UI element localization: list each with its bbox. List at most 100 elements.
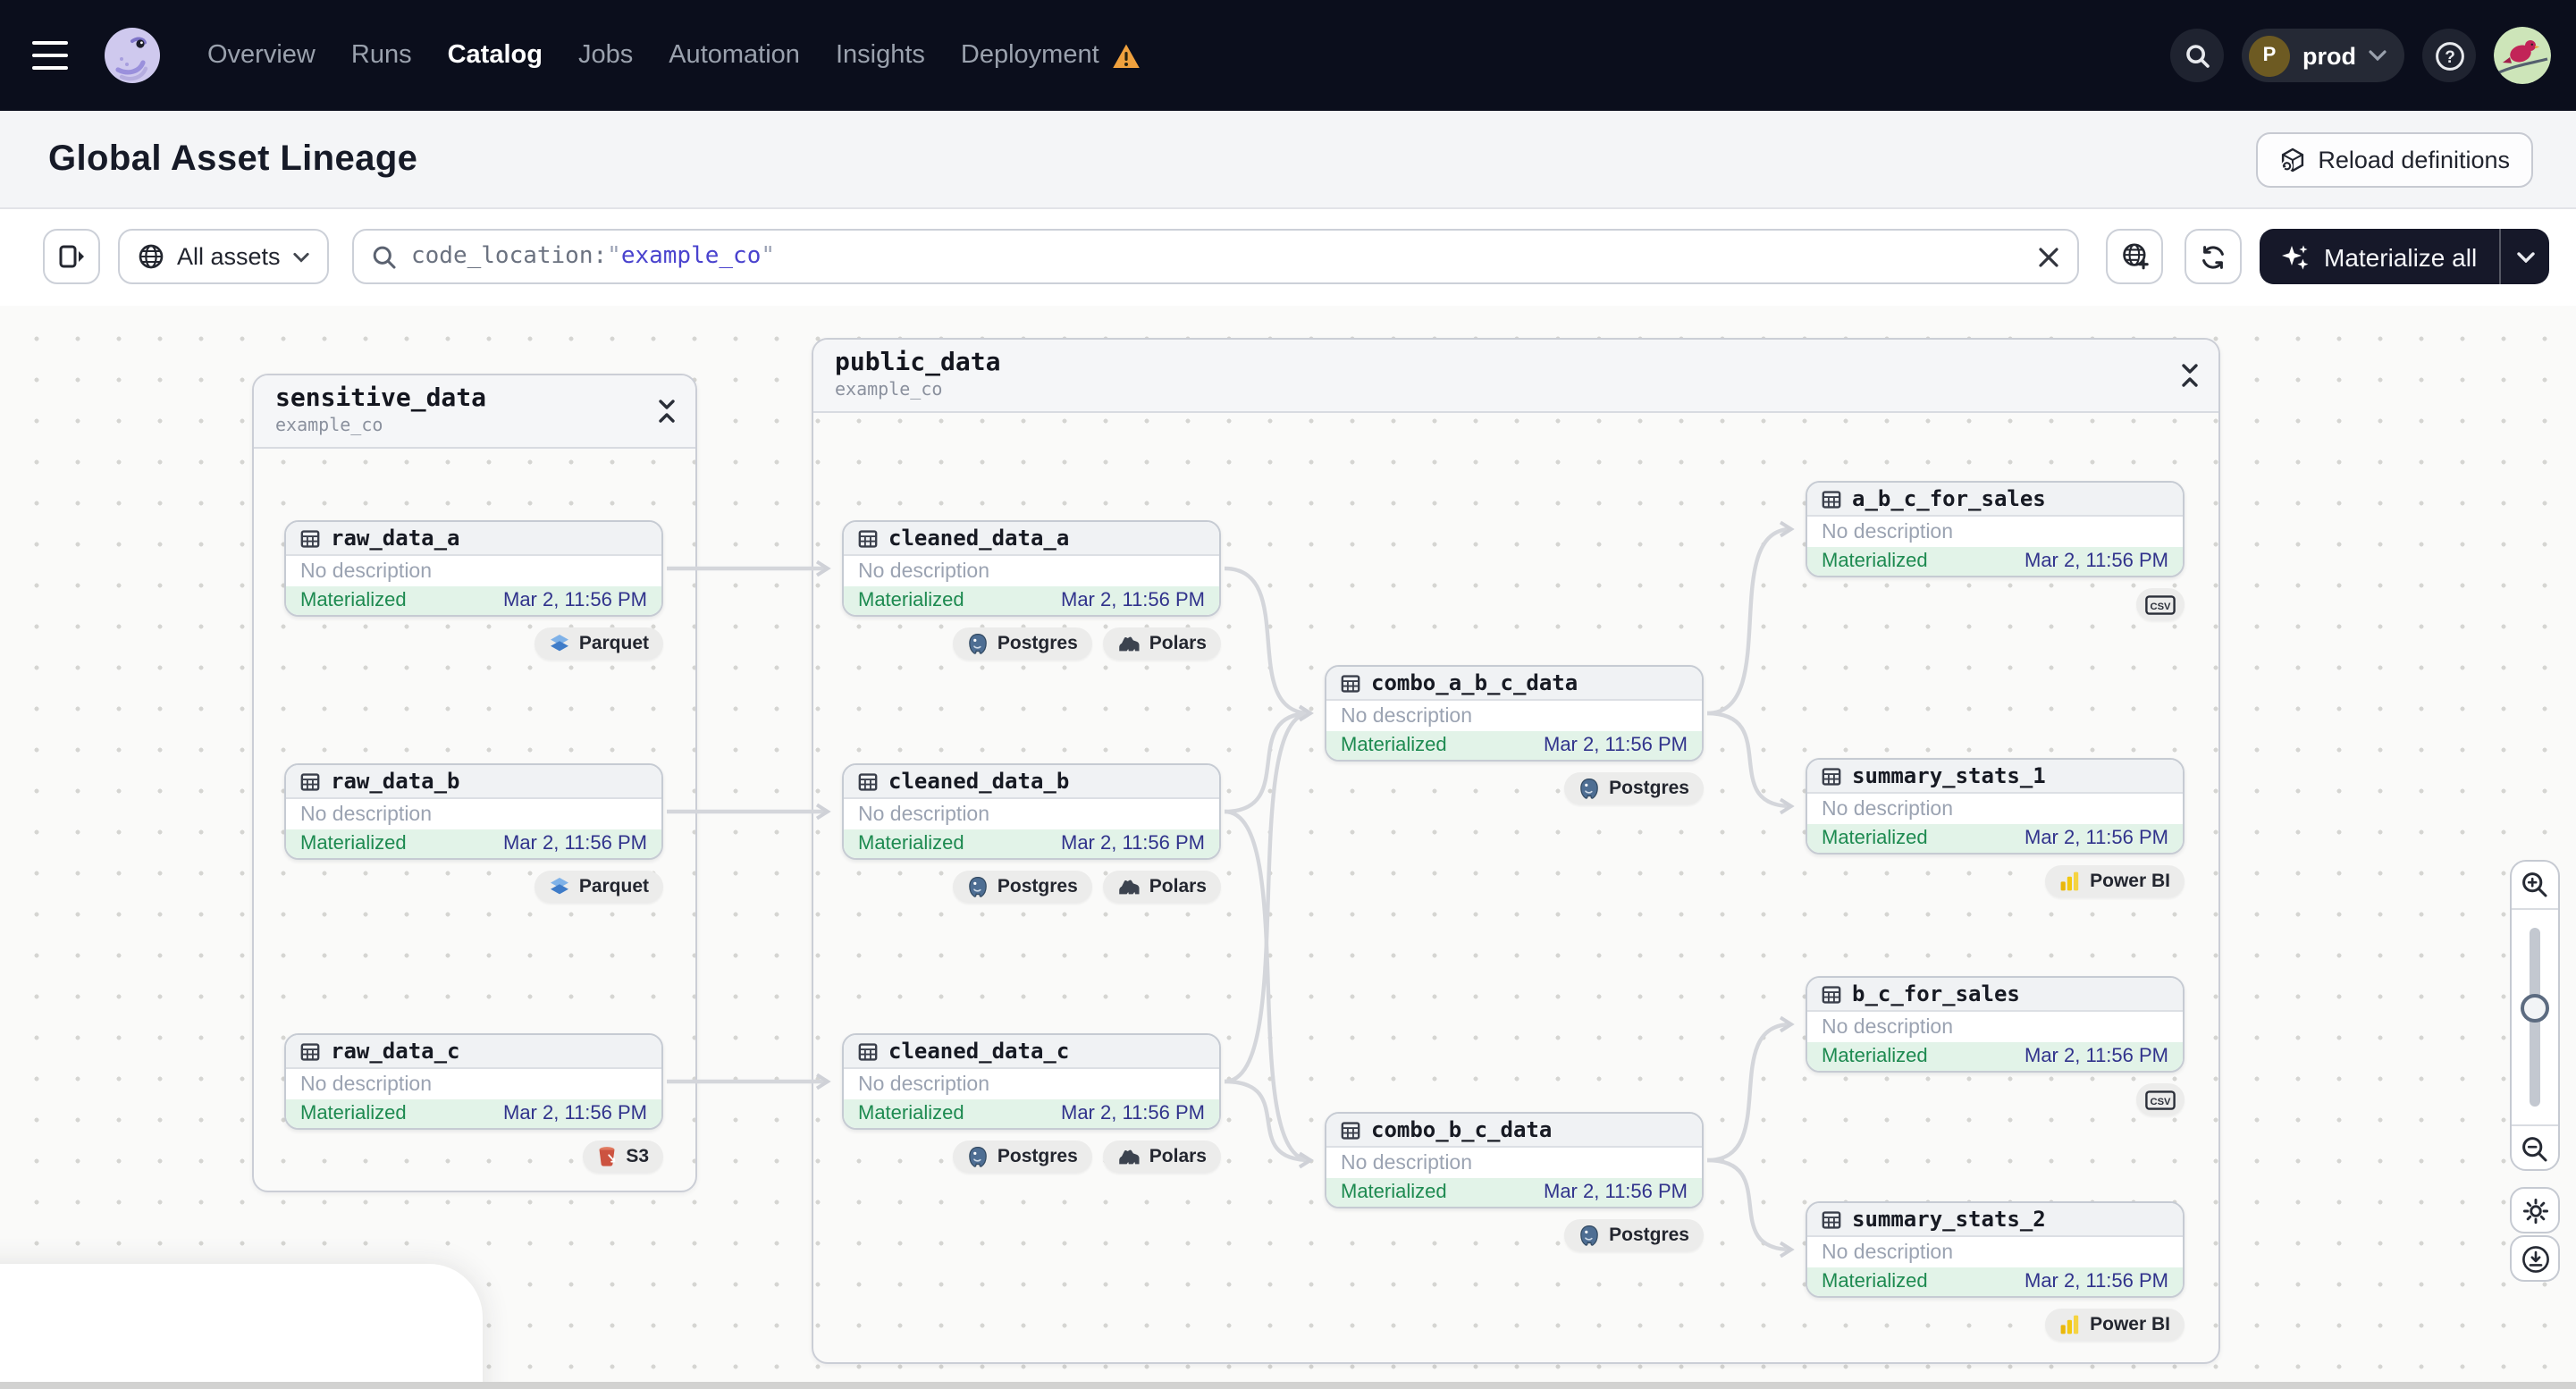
download-graph-button[interactable]	[2510, 1235, 2560, 1282]
table-icon	[858, 1042, 878, 1060]
asset-node-summary_stats_1[interactable]: summary_stats_1 No description Materialize…	[1806, 758, 2185, 854]
zoom-slider[interactable]	[2512, 908, 2558, 1124]
help-icon[interactable]: ?	[2422, 29, 2476, 82]
tag-label: Polars	[1149, 633, 1207, 654]
asset-node-header: combo_b_c_data	[1326, 1114, 1702, 1148]
search-icon[interactable]	[2170, 29, 2224, 82]
materialize-options-caret[interactable]	[2501, 251, 2549, 262]
collapse-group-button[interactable]	[2177, 361, 2202, 390]
nav-item-deployment[interactable]: Deployment	[961, 41, 1141, 70]
nav-item-insights[interactable]: Insights	[836, 41, 925, 70]
graph-settings-button[interactable]	[2510, 1187, 2560, 1233]
asset-name: summary_stats_1	[1852, 763, 2046, 788]
powerbi-icon	[2060, 1315, 2079, 1334]
tag-polars: Polars	[1102, 1141, 1221, 1173]
collapse-group-button[interactable]	[654, 397, 679, 425]
asset-tags-row: Postgres Polars	[842, 871, 1221, 903]
asset-node-combo_a_b_c_data[interactable]: combo_a_b_c_data No description Materializ…	[1325, 665, 1704, 762]
asset-status-row: Materialized Mar 2, 11:56 PM	[1326, 731, 1702, 760]
environment-switcher[interactable]: P prod	[2242, 29, 2404, 82]
nav-item-label: Overview	[207, 41, 316, 70]
tag-parquet: Parquet	[534, 871, 663, 903]
tag-label: Postgres	[1609, 778, 1689, 799]
tag-csv: CSV	[2136, 588, 2185, 620]
globe-add-button[interactable]	[2106, 229, 2163, 284]
materialized-timestamp: Mar 2, 11:56 PM	[503, 590, 647, 611]
asset-name: combo_a_b_c_data	[1371, 670, 1578, 695]
tag-parquet: Parquet	[534, 627, 663, 660]
asset-search-input[interactable]: code_location:"example_co"	[352, 229, 2079, 284]
materialized-timestamp: Mar 2, 11:56 PM	[1061, 590, 1205, 611]
s3-bucket-icon	[599, 1147, 616, 1166]
dagster-logo-icon[interactable]	[97, 20, 168, 91]
asset-node-header: cleaned_data_c	[844, 1035, 1219, 1069]
asset-node-raw_data_b[interactable]: raw_data_b No description Materialized Mar …	[284, 763, 663, 860]
lineage-canvas[interactable]: sensitive_data example_co public_data examp…	[0, 306, 2576, 1389]
clear-search-icon[interactable]	[2038, 246, 2059, 267]
materialized-timestamp: Mar 2, 11:56 PM	[2025, 551, 2168, 572]
asset-node-combo_b_c_data[interactable]: combo_b_c_data No description Materialized…	[1325, 1112, 1704, 1208]
nav-right-cluster: P prod ?	[2170, 27, 2551, 84]
asset-node-b_c_for_sales[interactable]: b_c_for_sales No description Materialized M…	[1806, 976, 2185, 1073]
tag-label: Polars	[1149, 876, 1207, 897]
asset-tags-row: Postgres	[1325, 1219, 1704, 1251]
nav-item-overview[interactable]: Overview	[207, 41, 316, 70]
asset-node-cleaned_data_c[interactable]: cleaned_data_c No description Materialized…	[842, 1033, 1221, 1130]
tag-label: Postgres	[997, 1146, 1078, 1167]
table-icon	[1341, 674, 1360, 692]
nav-item-runs[interactable]: Runs	[351, 41, 412, 70]
reload-definitions-button[interactable]: Reload definitions	[2255, 132, 2533, 188]
asset-node-cleaned_data_a[interactable]: cleaned_data_a No description Materialized…	[842, 520, 1221, 617]
asset-status-row: Materialized Mar 2, 11:56 PM	[844, 829, 1219, 858]
polars-icon	[1119, 1149, 1140, 1164]
group-header[interactable]: public_data example_co	[813, 340, 2218, 413]
asset-filter-button[interactable]: All assets	[118, 229, 329, 284]
panel-toggle-icon	[58, 245, 83, 268]
asset-node-a_b_c_for_sales[interactable]: a_b_c_for_sales No description Materialize…	[1806, 481, 2185, 577]
asset-node-header: raw_data_c	[286, 1035, 661, 1069]
asset-description: No description	[286, 799, 661, 829]
group-header[interactable]: sensitive_data example_co	[254, 375, 695, 449]
zoom-in-button[interactable]	[2512, 862, 2558, 908]
table-icon	[1822, 1210, 1841, 1228]
tag-postgres: Postgres	[1564, 772, 1704, 804]
collapse-group-icon	[2182, 364, 2198, 387]
asset-status-row: Materialized Mar 2, 11:56 PM	[1807, 824, 2183, 853]
asset-description: No description	[286, 1069, 661, 1099]
asset-description: No description	[1326, 701, 1702, 731]
caret-down-icon	[2516, 251, 2534, 262]
refresh-button[interactable]	[2185, 229, 2242, 284]
panel-toggle-button[interactable]	[43, 229, 100, 284]
search-query: code_location:"example_co"	[411, 243, 776, 270]
nav-item-jobs[interactable]: Jobs	[578, 41, 633, 70]
asset-node-raw_data_a[interactable]: raw_data_a No description Materialized Mar …	[284, 520, 663, 617]
zoom-slider-thumb[interactable]	[2521, 994, 2549, 1023]
asset-node-raw_data_c[interactable]: raw_data_c No description Materialized Mar …	[284, 1033, 663, 1130]
asset-node-header: cleaned_data_b	[844, 765, 1219, 799]
group-name: public_data	[835, 349, 1001, 377]
tag-label: Postgres	[997, 876, 1078, 897]
asset-name: raw_data_a	[331, 526, 460, 551]
svg-text:?: ?	[2444, 47, 2454, 66]
asset-name: summary_stats_2	[1852, 1207, 2046, 1232]
tag-label: Parquet	[578, 876, 649, 897]
asset-node-cleaned_data_b[interactable]: cleaned_data_b No description Materialized…	[842, 763, 1221, 860]
zoom-out-button[interactable]	[2512, 1124, 2558, 1173]
materialize-all-button[interactable]: Materialize all	[2260, 242, 2499, 271]
nav-item-label: Jobs	[577, 41, 634, 70]
tag-postgres: Postgres	[952, 1141, 1092, 1173]
user-avatar[interactable]	[2494, 27, 2551, 84]
asset-node-header: raw_data_b	[286, 765, 661, 799]
polars-icon	[1119, 879, 1140, 894]
nav-item-catalog[interactable]: Catalog	[448, 41, 543, 70]
nav-item-automation[interactable]: Automation	[669, 41, 800, 70]
asset-status-row: Materialized Mar 2, 11:56 PM	[1326, 1178, 1702, 1207]
tag-label: Postgres	[1609, 1225, 1689, 1246]
asset-filter-label: All assets	[177, 243, 281, 270]
gear-icon	[2521, 1197, 2548, 1224]
table-icon	[1822, 985, 1841, 1003]
hamburger-menu-icon[interactable]	[25, 27, 82, 84]
materialized-timestamp: Mar 2, 11:56 PM	[503, 1103, 647, 1124]
asset-node-summary_stats_2[interactable]: summary_stats_2 No description Materialize…	[1806, 1201, 2185, 1298]
nav-item-label: Insights	[835, 41, 925, 70]
